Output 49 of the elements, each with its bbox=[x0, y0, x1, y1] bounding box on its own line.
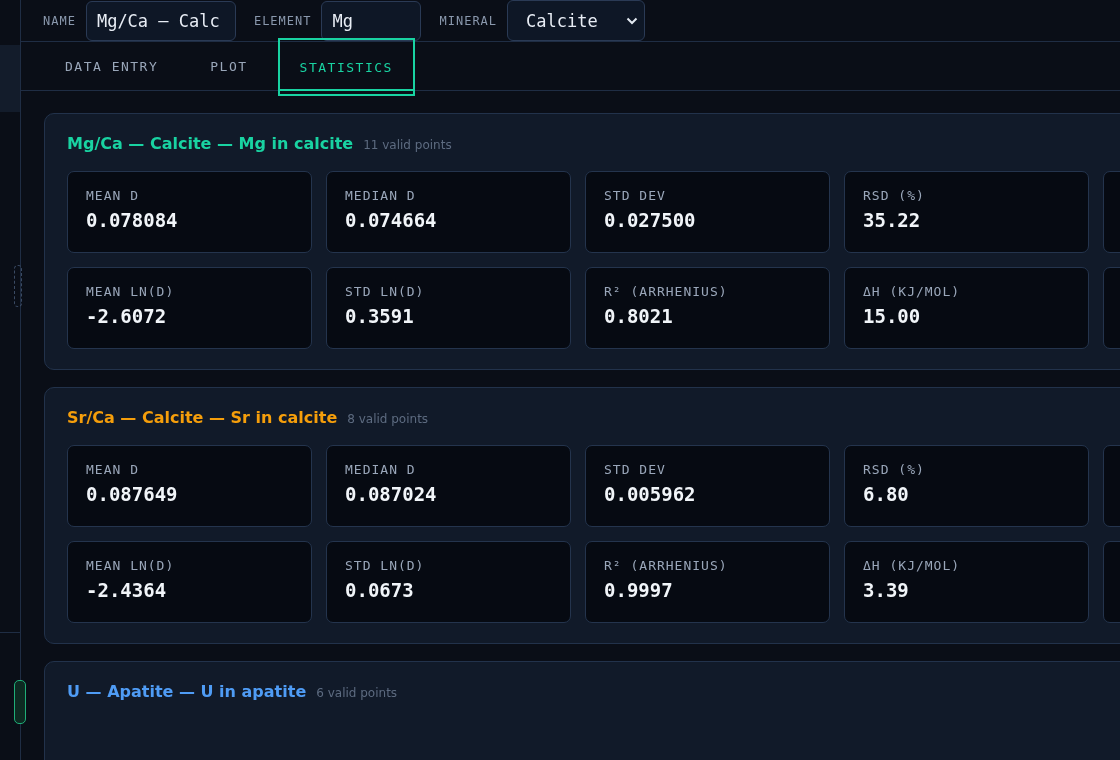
name-field[interactable]: Mg/Ca — Calc bbox=[85, 0, 236, 41]
stat-value: 3.39 bbox=[863, 579, 910, 601]
stat-value: 35.22 bbox=[863, 209, 922, 231]
stat-value: 6.80 bbox=[863, 483, 910, 505]
stat-label: STD DEV bbox=[604, 188, 667, 203]
stat-value: 0.0673 bbox=[345, 579, 415, 601]
point-count: 8 valid points bbox=[347, 412, 429, 426]
stat-value: 0.8021 bbox=[604, 305, 674, 327]
stat-value: -2.6072 bbox=[86, 305, 168, 327]
stat-value: 0.078084 bbox=[86, 209, 179, 231]
stat-label: R² (ARRHENIUS) bbox=[604, 558, 729, 573]
field-label: NAME bbox=[43, 13, 76, 28]
section-title: Mg/Ca — Calcite — Mg in calcite bbox=[67, 134, 354, 153]
tab[interactable]: PLOT bbox=[188, 42, 270, 90]
stat-label: R² (ARRHENIUS) bbox=[604, 284, 729, 299]
stat-label: STD LN(D) bbox=[345, 284, 426, 299]
stat-value: 0.005962 bbox=[604, 483, 697, 505]
stat-label: STD LN(D) bbox=[345, 558, 426, 573]
point-count: 11 valid points bbox=[363, 138, 452, 152]
stat-label: ΔH (KJ/MOL) bbox=[863, 284, 962, 299]
section-title: U — Apatite — U in apatite bbox=[67, 682, 307, 701]
stat-value: -2.4364 bbox=[86, 579, 168, 601]
point-count: 6 valid points bbox=[316, 686, 398, 700]
mineral-select[interactable]: Calcite bbox=[507, 0, 645, 41]
stat-value: 0.9997 bbox=[604, 579, 674, 601]
stat-label: MEAN D bbox=[86, 462, 140, 477]
stat-label: RSD (%) bbox=[863, 188, 926, 203]
stat-value: 0.3591 bbox=[345, 305, 415, 327]
stat-value: 15.00 bbox=[863, 305, 922, 327]
stat-value: 0.027500 bbox=[604, 209, 697, 231]
stat-label: MEAN LN(D) bbox=[86, 284, 176, 299]
stat-label: STD DEV bbox=[604, 462, 667, 477]
stat-label: ΔH (KJ/MOL) bbox=[863, 558, 962, 573]
stat-label: RSD (%) bbox=[863, 462, 926, 477]
element-field[interactable]: Mg bbox=[321, 0, 422, 41]
stat-value: 0.087649 bbox=[86, 483, 179, 505]
stat-value: 0.074664 bbox=[345, 209, 438, 231]
section-title: Sr/Ca — Calcite — Sr in calcite bbox=[67, 408, 338, 427]
caret-icon bbox=[625, 16, 638, 25]
stat-label: MEDIAN D bbox=[345, 188, 417, 203]
field-label: MINERAL bbox=[439, 13, 498, 28]
stat-label: MEAN D bbox=[86, 188, 140, 203]
tab[interactable]: STATISTICS bbox=[277, 38, 415, 96]
field-label: ELEMENT bbox=[253, 13, 312, 28]
stat-label: MEDIAN D bbox=[345, 462, 417, 477]
sidebar-button[interactable] bbox=[14, 680, 26, 724]
tab[interactable]: DATA ENTRY bbox=[43, 42, 181, 90]
stat-label: MEAN LN(D) bbox=[86, 558, 176, 573]
stat-value: 0.087024 bbox=[345, 483, 438, 505]
